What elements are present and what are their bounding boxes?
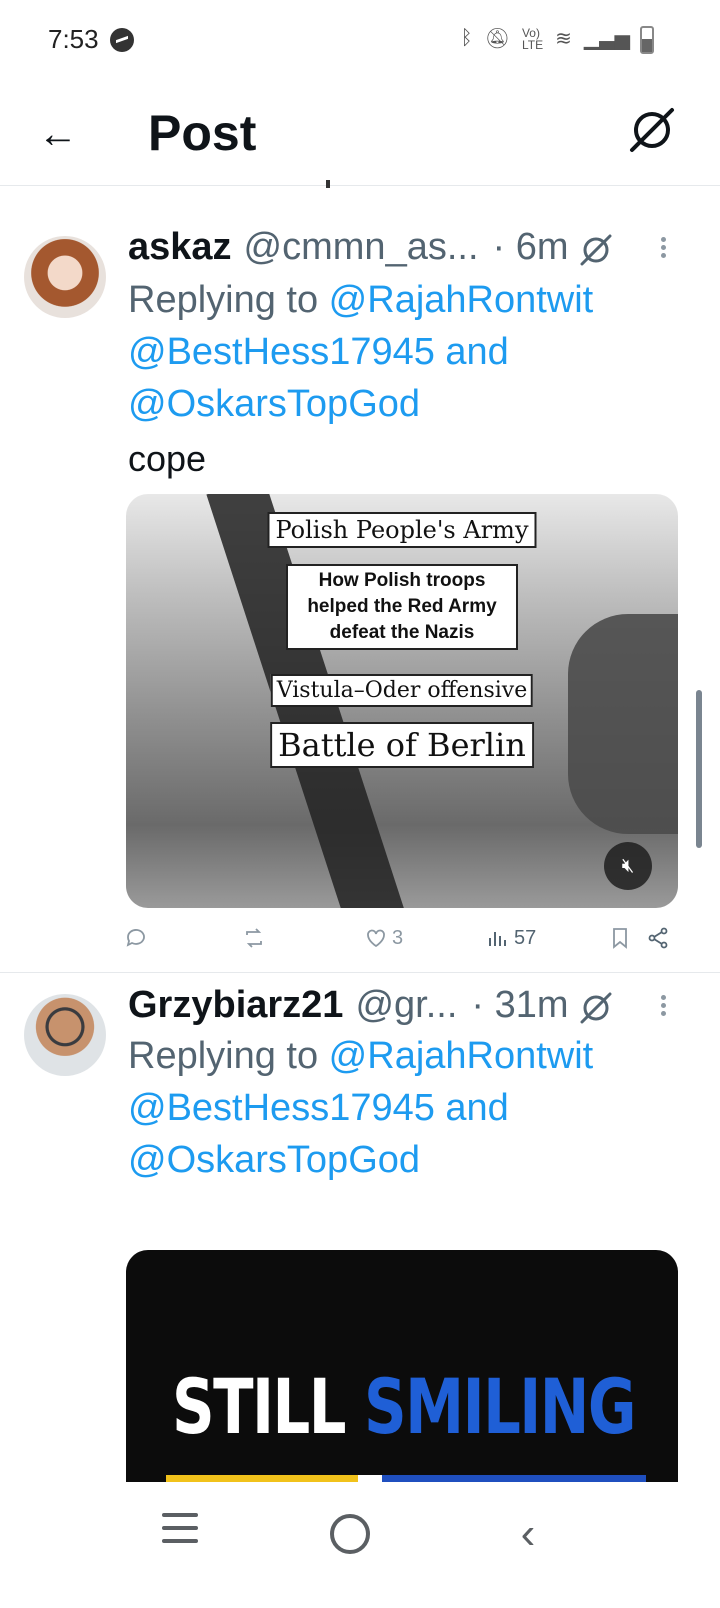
views-icon [489,932,506,946]
arrow-left-icon[interactable]: ← [38,112,82,156]
image-media[interactable]: STILL SMILING [126,1250,678,1490]
avatar[interactable] [24,236,106,318]
like-button[interactable]: 3 [364,926,403,950]
replying-to: Replying to @RajahRontwit [128,1030,593,1082]
tweet[interactable]: askaz @cmmn_as... · 6m Replying to @Raja… [0,226,720,972]
status-icons: ᛒ 🔕︎ Vo) LTE ≋ ▁▃▅ [461,26,630,51]
wifi-icon: ≋ [555,28,572,50]
page-title: Post [148,105,257,161]
tweet[interactable]: Grzybiarz21 @gr... · 31m Replying to @Ra… [0,984,720,1490]
status-time: 7:53 [48,24,99,54]
tweet-text: cope [128,438,207,479]
more-options-icon[interactable] [658,234,668,270]
mention-link[interactable]: @OskarsTopGod [128,1139,420,1181]
retweet-icon [246,928,262,948]
image-text-still: STILL [172,1362,346,1451]
share-button[interactable] [646,926,670,950]
handle[interactable]: @gr... [355,984,457,1027]
video-caption: Vistula–Oder offensive [270,674,534,707]
replying-to-label: Replying to [128,1035,329,1077]
mention-link[interactable]: @OskarsTopGod [128,383,420,425]
view-count: 57 [514,926,537,949]
heart-icon [367,929,385,948]
replying-to: @OskarsTopGod [128,1134,420,1186]
views-button[interactable]: 57 [486,926,536,950]
display-name[interactable]: Grzybiarz21 [128,984,343,1027]
volte-icon: Vo) LTE [521,25,544,52]
grok-icon[interactable] [578,990,614,1026]
mention-link[interactable]: @RajahRontwit [329,1035,594,1077]
system-nav-bar: ‹ [0,1482,720,1608]
avatar[interactable] [24,994,106,1076]
battery-icon [640,26,654,54]
bookmark-icon [613,928,627,949]
tweet-header: Grzybiarz21 @gr... · 31m [128,984,569,1036]
more-options-icon[interactable] [658,992,668,1028]
app-header: ← Post [0,90,720,186]
timestamp[interactable]: · 6m [493,226,569,269]
video-caption: How Polish troops helped the Red Army de… [286,564,518,650]
tweet-header: askaz @cmmn_as... · 6m [128,226,569,278]
mute-icon: 🔕︎ [484,28,510,50]
share-icon [648,927,668,949]
reply-button[interactable] [124,926,148,950]
tweet-actions: 3 57 [124,926,684,960]
back-icon[interactable]: ‹ [498,1504,558,1564]
messenger-icon [110,28,134,52]
bookmark-button[interactable] [608,926,632,950]
video-caption: Polish People's Army [267,512,537,548]
speaker-muted-icon[interactable]: 🔇︎ [604,842,652,890]
grok-icon[interactable] [578,232,614,268]
image-text: STILL SMILING [172,1362,637,1451]
display-name[interactable]: askaz [128,226,232,269]
image-text-smiling: SMILING [364,1362,636,1451]
tweet-divider [0,972,720,973]
and-label: and [434,331,509,373]
status-bar: 7:53 ᛒ 🔕︎ Vo) LTE ≋ ▁▃▅ [0,0,720,80]
mention-link[interactable]: @BestHess17945 [128,1087,435,1129]
recent-apps-icon[interactable] [150,1504,210,1564]
video-media[interactable]: Polish People's Army How Polish troops h… [126,494,678,908]
scrollbar[interactable] [696,690,702,848]
mention-link[interactable]: @BestHess17945 [128,331,435,373]
replying-to: @BestHess17945 and [128,326,509,378]
and-label: and [434,1087,509,1129]
replying-to: @BestHess17945 and [128,1082,509,1134]
previous-tweet-edge [326,180,330,188]
handle[interactable]: @cmmn_as... [244,226,479,269]
like-count: 3 [392,926,404,949]
retweet-button[interactable] [242,926,266,950]
bluetooth-icon: ᛒ [460,27,473,49]
signal-icon: ▁▃▅ [583,28,630,50]
timestamp[interactable]: · 31m [471,984,568,1027]
reply-icon [126,929,145,947]
replying-to: Replying to @RajahRontwit [128,274,593,326]
video-caption: Battle of Berlin [270,722,534,768]
mention-link[interactable]: @RajahRontwit [329,279,594,321]
home-icon[interactable] [320,1504,380,1564]
grok-icon[interactable] [626,104,678,156]
replying-to-label: Replying to [128,279,329,321]
replying-to: @OskarsTopGod [128,378,420,430]
